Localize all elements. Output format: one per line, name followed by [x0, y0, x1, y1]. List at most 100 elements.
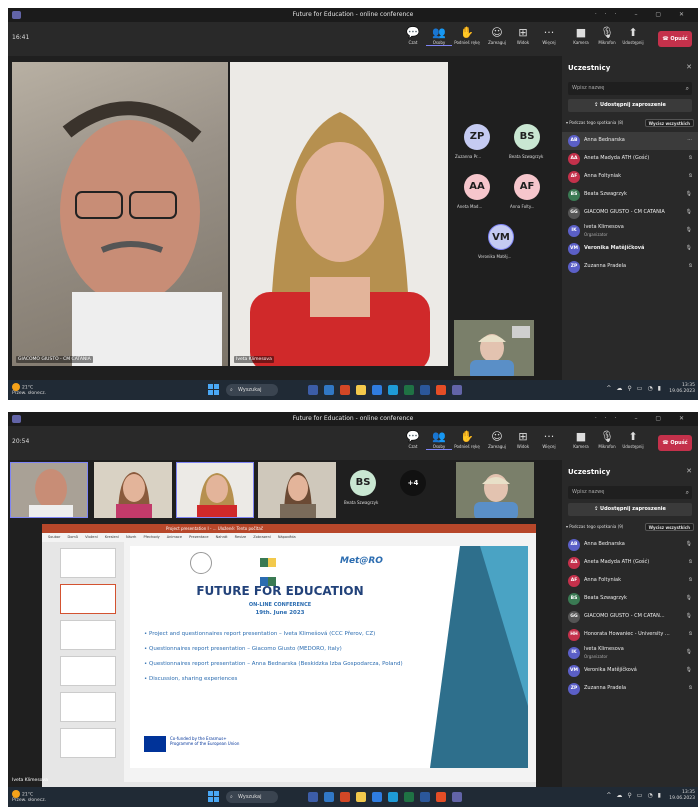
avatar-zp[interactable]: ZP — [464, 124, 490, 150]
share-invite-button[interactable]: ⇪ Udostępnij zaproszenie — [568, 99, 692, 112]
share-button[interactable]: ⬆ Udostępnij — [620, 25, 646, 45]
taskbar-app-icon[interactable] — [356, 792, 366, 802]
ribbon-tab[interactable]: Nápověda — [278, 535, 296, 539]
search-input[interactable]: Wpisz nazwę ⌕ — [568, 82, 692, 95]
pp-ribbon-tabs[interactable]: Soubor Domů Vložení Kreslení Návrh Přech… — [42, 533, 536, 542]
participant-row[interactable]: AB Anna Bednarska ··· — [562, 132, 698, 150]
leave-button[interactable]: ☎ Opuść — [658, 435, 692, 451]
current-slide[interactable]: Met@RO FUTURE FOR EDUCATION ON-LINE CONF… — [130, 546, 528, 768]
windows-start-icon[interactable] — [208, 791, 219, 802]
taskbar-app-icon[interactable] — [372, 385, 382, 395]
raise-hand-button[interactable]: ✋ Podnieś rękę — [454, 429, 480, 449]
raise-hand-button[interactable]: ✋ Podnieś rękę — [454, 25, 480, 45]
taskbar-search[interactable]: ⌕ Wyszukaj — [226, 384, 278, 396]
ribbon-tab[interactable]: Kreslení — [105, 535, 126, 539]
chat-button[interactable]: 💬 Czat — [400, 25, 426, 45]
react-button[interactable]: ☺ Zareaguj — [484, 25, 510, 45]
ribbon-tab[interactable]: Přechody — [144, 535, 167, 539]
strip-tile-participant[interactable] — [94, 462, 172, 518]
taskbar-app-icon[interactable] — [436, 792, 446, 802]
slide-thumbnail[interactable] — [60, 692, 116, 722]
taskbar-app-icon[interactable] — [436, 385, 446, 395]
people-button[interactable]: 👥 Osoby — [426, 25, 452, 46]
slide-thumbnail[interactable] — [60, 656, 116, 686]
taskbar-app-icon[interactable] — [324, 385, 334, 395]
taskbar-app-icon[interactable] — [324, 792, 334, 802]
mute-all-button[interactable]: Wycisz wszystkich — [644, 119, 694, 127]
strip-tile-participant[interactable] — [258, 462, 336, 518]
taskbar-app-icon[interactable] — [340, 385, 350, 395]
weather-widget[interactable]: 21°C Przew. słonecz. — [12, 383, 46, 396]
chat-button[interactable]: 💬 Czat — [400, 429, 426, 449]
participant-row[interactable]: AA Aneta Madyda ATH (Gość) ⍉ — [562, 150, 698, 168]
taskbar-app-icon[interactable] — [404, 385, 414, 395]
avatar-vm[interactable]: VM — [488, 224, 514, 250]
participant-row[interactable]: VM Veronika Matějíčková 🎙 — [562, 662, 698, 680]
participant-row[interactable]: GG GIACOMO GIUSTO - CM CATAN... 🎙 — [562, 608, 698, 626]
weather-widget[interactable]: 21°C Przew. słonecz. — [12, 790, 46, 803]
section-header[interactable]: ▾ Podczas tego spotkania (9) Wycisz wszys… — [566, 522, 694, 532]
taskbar-app-icon[interactable] — [308, 792, 318, 802]
slide-thumbnail[interactable] — [60, 584, 116, 614]
participant-row[interactable]: AF Anna Foltyniak ⍉ — [562, 168, 698, 186]
more-participants-button[interactable]: +4 — [400, 470, 426, 496]
camera-button[interactable]: ■ Kamera — [568, 25, 594, 45]
participant-row[interactable]: BS Beata Szwagrzyk 🎙 — [562, 186, 698, 204]
camera-button[interactable]: ■ Kamera — [568, 429, 594, 449]
taskbar-clock[interactable]: 13:35 19.06.2023 — [669, 790, 695, 802]
slide-thumbnail[interactable] — [60, 728, 116, 758]
self-view-tile[interactable] — [456, 462, 534, 518]
participant-row[interactable]: HH Honorata Howaniec - University ... ⍉ — [562, 626, 698, 644]
teams-taskbar-icon[interactable] — [452, 792, 462, 802]
system-tray[interactable]: ^☁⚲▭◔▮ — [606, 792, 666, 799]
ribbon-tab[interactable]: Návrh — [126, 535, 144, 539]
taskbar-app-icon[interactable] — [388, 385, 398, 395]
strip-avatar-bs[interactable]: BS — [350, 470, 376, 496]
slide-thumbnails[interactable] — [42, 542, 124, 782]
ribbon-tab[interactable]: Zobrazení — [253, 535, 278, 539]
taskbar-app-icon[interactable] — [372, 792, 382, 802]
taskbar-search[interactable]: ⌕ Wyszukaj — [226, 791, 278, 803]
teams-taskbar-icon[interactable] — [452, 385, 462, 395]
taskbar-app-icon[interactable] — [404, 792, 414, 802]
close-icon[interactable]: ✕ — [686, 467, 692, 475]
view-button[interactable]: ⊞ Widok — [510, 429, 536, 449]
people-button[interactable]: 👥 Osoby — [426, 429, 452, 450]
taskbar-app-icon[interactable] — [420, 792, 430, 802]
more-button[interactable]: ··· Więcej — [536, 25, 562, 45]
participant-row[interactable]: AF Anna Foltyniak ⍉ — [562, 572, 698, 590]
ribbon-tab[interactable]: Revize — [235, 535, 254, 539]
participant-row[interactable]: BS Beata Szwagrzyk 🎙 — [562, 590, 698, 608]
participant-row[interactable]: IK Iveta Klimesova Organizator 🎙 — [562, 644, 698, 662]
more-button[interactable]: ··· Więcej — [536, 429, 562, 449]
mic-button[interactable]: 🎙 Mikrofon — [594, 25, 620, 45]
slide-thumbnail[interactable] — [60, 620, 116, 650]
avatar-af[interactable]: AF — [514, 174, 540, 200]
ribbon-tab[interactable]: Soubor — [48, 535, 68, 539]
taskbar-app-icon[interactable] — [356, 385, 366, 395]
ribbon-tab[interactable]: Vložení — [85, 535, 105, 539]
taskbar-app-icon[interactable] — [420, 385, 430, 395]
share-invite-button[interactable]: ⇪ Udostępnij zaproszenie — [568, 503, 692, 516]
ribbon-tab[interactable]: Nahrát — [216, 535, 235, 539]
mic-button[interactable]: 🎙 Mikrofon — [594, 429, 620, 449]
ribbon-tab[interactable]: Prezentace — [189, 535, 215, 539]
participant-row[interactable]: VM Veronika Matějíčková 🎙 — [562, 240, 698, 258]
mute-all-button[interactable]: Wycisz wszystkich — [644, 523, 694, 531]
taskbar-app-icon[interactable] — [388, 792, 398, 802]
leave-button[interactable]: ☎ Opuść — [658, 31, 692, 47]
ribbon-tab[interactable]: Domů — [68, 535, 86, 539]
close-icon[interactable]: ✕ — [686, 63, 692, 71]
participant-row[interactable]: ZP Zuzanna Pradela ⍉ — [562, 680, 698, 698]
search-input[interactable]: Wpisz nazwę ⌕ — [568, 486, 692, 499]
system-tray[interactable]: ^☁⚲▭◔▮ — [606, 385, 666, 392]
windows-start-icon[interactable] — [208, 384, 219, 395]
participant-row[interactable]: ZP Zuzanna Pradela ⍉ — [562, 258, 698, 276]
ribbon-tab[interactable]: Animace — [167, 535, 189, 539]
taskbar-app-icon[interactable] — [308, 385, 318, 395]
strip-tile-giacomo[interactable] — [10, 462, 88, 518]
section-header[interactable]: ▾ Podczas tego spotkania (8) Wycisz wszys… — [566, 118, 694, 128]
window-controls[interactable]: ··· – ▢ ✕ — [595, 8, 692, 22]
taskbar-app-icon[interactable] — [340, 792, 350, 802]
participant-row[interactable]: AB Anna Bednarska 🎙 — [562, 536, 698, 554]
